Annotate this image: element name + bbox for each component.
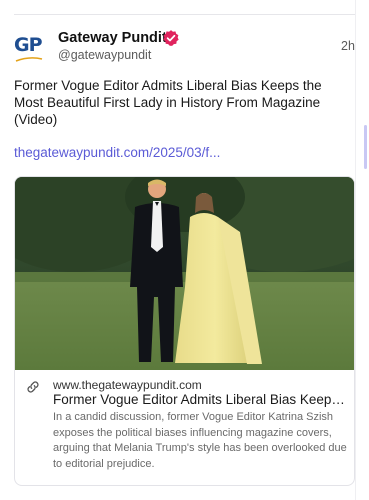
- card-description: In a candid discussion, former Vogue Edi…: [53, 411, 347, 470]
- feed-column-border: [355, 0, 356, 500]
- avatar-logo-text: GP: [14, 34, 43, 56]
- link-icon: [27, 381, 39, 393]
- card-title[interactable]: Former Vogue Editor Admits Liberal Bias …: [53, 392, 349, 407]
- post-text: Former Vogue Editor Admits Liberal Bias …: [14, 78, 322, 127]
- card-domain: www.thegatewaypundit.com: [53, 378, 202, 392]
- preview-image[interactable]: [15, 177, 354, 370]
- avatar[interactable]: GP: [14, 32, 46, 64]
- post-link[interactable]: thegatewaypundit.com/2025/03/f...: [14, 145, 220, 160]
- author-name[interactable]: Gateway Pundit: [58, 30, 167, 46]
- link-preview-card[interactable]: www.thegatewaypundit.com Former Vogue Ed…: [14, 176, 355, 486]
- author-handle[interactable]: @gatewaypundit: [58, 48, 151, 62]
- avatar-swoosh-icon: [15, 57, 43, 62]
- top-divider: [14, 14, 356, 15]
- post-timestamp[interactable]: 2h: [341, 39, 355, 53]
- verified-badge-icon: [163, 30, 179, 46]
- scrollbar-thumb[interactable]: [364, 125, 367, 169]
